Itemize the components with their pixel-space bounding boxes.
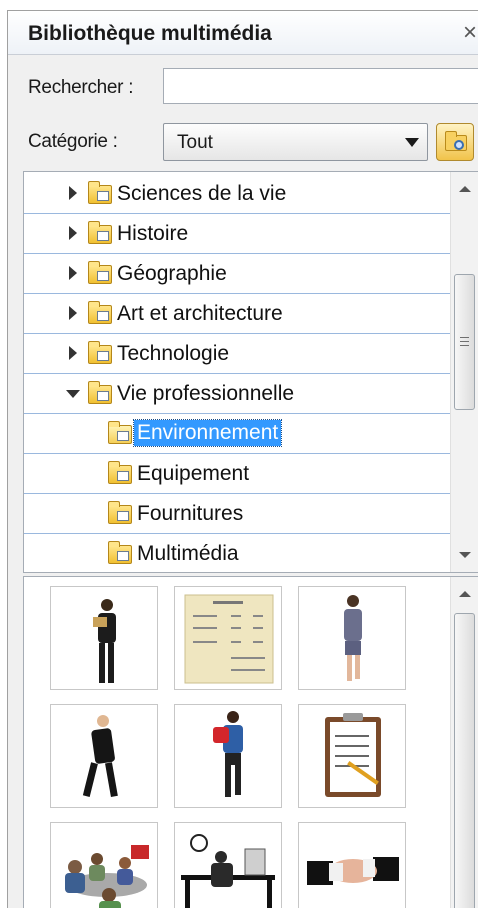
- invoice-document-icon: [184, 594, 274, 684]
- expand-triangle-icon[interactable]: [69, 266, 77, 280]
- tree-item-multimedia[interactable]: Multimédia: [24, 534, 450, 572]
- category-label: Catégorie :: [28, 131, 118, 152]
- grid-scrollbar[interactable]: [450, 577, 478, 908]
- tree-item-label: Géographie: [117, 262, 227, 285]
- meeting-table-icon: [65, 845, 149, 908]
- thumbnail-item[interactable]: [50, 704, 158, 808]
- expand-triangle-icon[interactable]: [69, 186, 77, 200]
- scroll-down-icon[interactable]: [459, 552, 471, 558]
- grip-line: [460, 337, 469, 338]
- collapse-triangle-icon[interactable]: [66, 390, 80, 398]
- businesswoman-reading-icon: [93, 599, 116, 683]
- panel-title: Bibliothèque multimédia: [28, 22, 272, 45]
- folder-icon: [88, 221, 112, 244]
- panel-header: Bibliothèque multimédia ×: [8, 11, 478, 55]
- tree-item-histoire[interactable]: Histoire: [24, 214, 450, 254]
- category-value: Tout: [177, 132, 213, 153]
- chevron-down-icon[interactable]: [405, 138, 419, 147]
- thumbnail-item[interactable]: [174, 586, 282, 690]
- close-icon[interactable]: ×: [463, 19, 477, 47]
- clipboard-checklist-icon: [325, 713, 381, 797]
- grip-line: [460, 341, 469, 342]
- folder-icon: [108, 461, 132, 484]
- folder-icon: [88, 261, 112, 284]
- folder-icon: [88, 381, 112, 404]
- folder-icon: [88, 181, 112, 204]
- tree-item-sciences-de-la-vie[interactable]: Sciences de la vie: [24, 174, 450, 214]
- expand-triangle-icon[interactable]: [69, 346, 77, 360]
- search-input[interactable]: [163, 68, 478, 104]
- tree-item-label: Environnement: [132, 419, 283, 447]
- scroll-up-icon[interactable]: [459, 591, 471, 597]
- folder-icon: [88, 301, 112, 324]
- tree-item-label: Art et architecture: [117, 302, 283, 325]
- tree-item-equipement[interactable]: Equipement: [24, 454, 450, 494]
- tree-item-label: Fournitures: [137, 502, 244, 525]
- tree-item-geographie[interactable]: Géographie: [24, 254, 450, 294]
- tree-item-label: Vie professionnelle: [117, 382, 295, 405]
- open-folder-icon: [108, 421, 132, 444]
- tree-item-label: Equipement: [137, 462, 250, 485]
- browse-folder-button[interactable]: [436, 123, 474, 161]
- expand-triangle-icon[interactable]: [69, 306, 77, 320]
- woman-carrying-folder-icon: [213, 711, 243, 797]
- thumbnail-item[interactable]: [50, 822, 158, 908]
- tree-item-label: Technologie: [117, 342, 230, 365]
- grip-line: [460, 345, 469, 346]
- handshake-icon: [307, 857, 399, 885]
- folder-icon: [108, 541, 132, 564]
- thumbnail-item[interactable]: [298, 586, 406, 690]
- tree-item-fournitures[interactable]: Fournitures: [24, 494, 450, 534]
- thumbnail-item[interactable]: [298, 704, 406, 808]
- tree-item-environnement[interactable]: Environnement: [24, 414, 450, 454]
- media-library-panel: Bibliothèque multimédia × Rechercher : C…: [7, 10, 478, 908]
- businesswoman-walking-icon: [344, 595, 362, 681]
- scroll-up-icon[interactable]: [459, 186, 471, 192]
- magnifier-icon: [454, 140, 464, 150]
- folder-icon: [108, 501, 132, 524]
- thumbnail-grid: [23, 576, 478, 908]
- thumbnail-item[interactable]: [50, 586, 158, 690]
- expand-triangle-icon[interactable]: [69, 226, 77, 240]
- search-label: Rechercher :: [28, 77, 134, 98]
- businessman-walking-icon: [82, 715, 118, 798]
- tree-item-label: Multimédia: [137, 542, 239, 565]
- tree-item-vie-professionnelle[interactable]: Vie professionnelle: [24, 374, 450, 414]
- tree-item-label: Histoire: [117, 222, 189, 245]
- tree-item-art-et-architecture[interactable]: Art et architecture: [24, 294, 450, 334]
- office-worker-desk-icon: [181, 834, 275, 908]
- scrollbar-thumb[interactable]: [454, 274, 475, 410]
- tree-scrollbar[interactable]: [450, 172, 478, 572]
- folder-icon: [88, 341, 112, 364]
- category-select[interactable]: Tout: [163, 123, 428, 161]
- tree-item-label: Sciences de la vie: [117, 182, 287, 205]
- tree-item-technologie[interactable]: Technologie: [24, 334, 450, 374]
- scrollbar-thumb[interactable]: [454, 613, 475, 908]
- thumbnail-item[interactable]: [174, 822, 282, 908]
- thumbnail-item[interactable]: [298, 822, 406, 908]
- category-tree: Sciences de la vie Histoire Géographie A…: [23, 171, 478, 573]
- thumbnail-item[interactable]: [174, 704, 282, 808]
